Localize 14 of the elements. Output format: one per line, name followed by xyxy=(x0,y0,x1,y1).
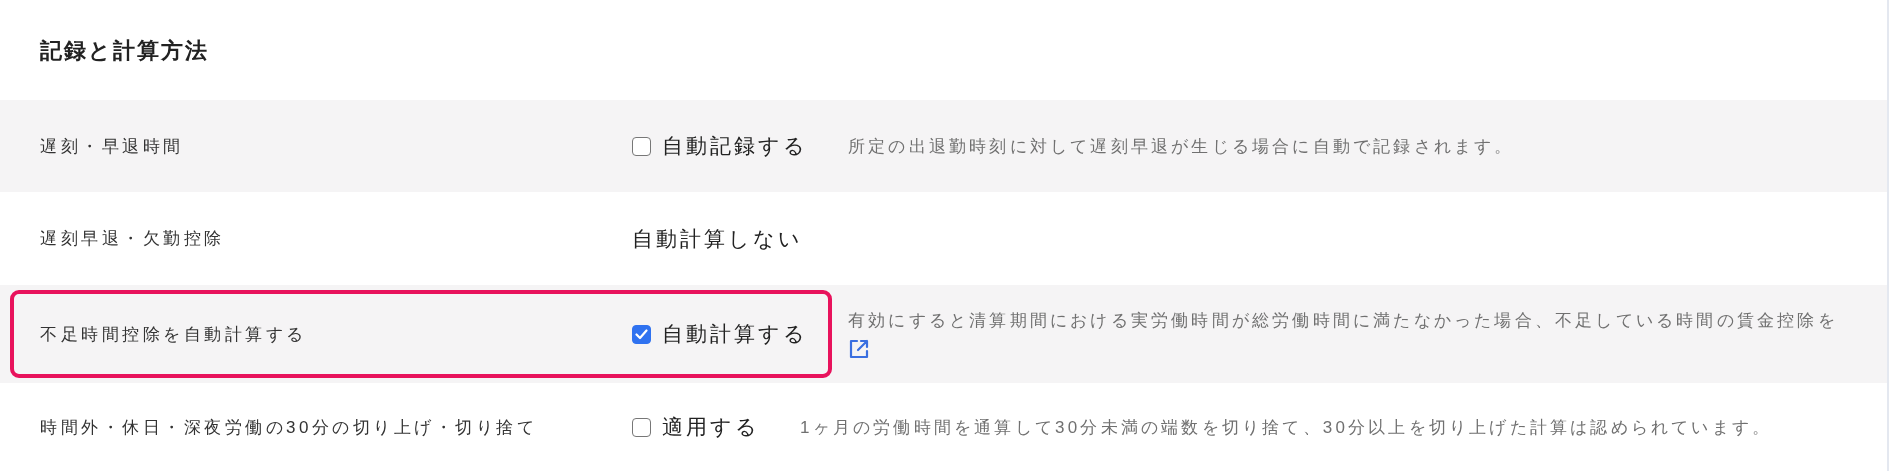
section-title: 記録と計算方法 xyxy=(39,37,210,65)
checkbox[interactable]: 自動記録する xyxy=(632,132,808,160)
checkbox[interactable]: 適用する xyxy=(632,413,760,441)
setting-label: 時間外・休日・深夜労働の30分の切り上げ・切り捨て xyxy=(39,416,539,439)
setting-label: 不足時間控除を自動計算する xyxy=(39,323,308,346)
setting-label: 遅刻早退・欠勤控除 xyxy=(39,228,226,250)
setting-label: 遅刻・早退時間 xyxy=(39,135,185,158)
checkbox[interactable]: 自動計算する xyxy=(632,320,808,348)
checkmark-icon xyxy=(635,328,648,340)
setting-description: 所定の出退勤時刻に対して遅刻早退が生じる場合に自動で記録されます。 xyxy=(848,135,1515,158)
setting-description: 有効にすると清算期間における実労働時間が総労働時間に満たなかった場合、不足している時間の賃金控除を xyxy=(848,309,1838,332)
external-link-icon[interactable] xyxy=(848,337,870,360)
setting-description: 1ヶ月の労働時間を通算して30分未満の端数を切り捨て、30分以上を切り上げた計算は認められています。 xyxy=(800,416,1773,439)
setting-value: 自動計算しない xyxy=(632,225,803,252)
